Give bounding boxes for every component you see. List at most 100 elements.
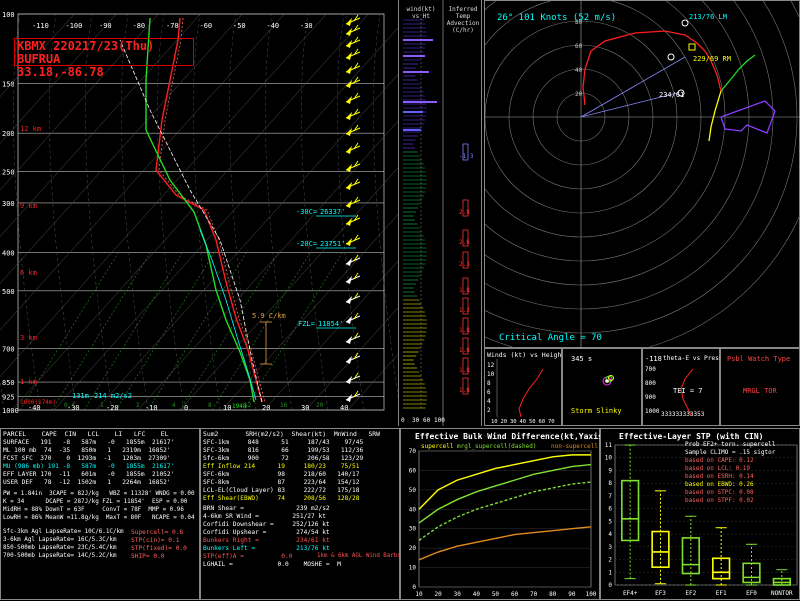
ebwd-y-tick-label: 30 (409, 526, 417, 533)
temp-advection-title: Inferred Temp Advection (C/hr) (446, 6, 480, 34)
winds-inset-x-label: 30 (510, 419, 517, 425)
stp-note: based on ESRH: 0.14 (685, 473, 754, 480)
ebwd-x-tick-label: 100 (586, 591, 597, 598)
slinky-angle: 345 s (571, 355, 593, 363)
table-row: Sfc-3km Agl LapseRate= 10C/6.1C/km (3, 529, 124, 535)
ebwd-y-tick-label: 70 (409, 448, 417, 455)
table-row: MidRH = 88% DownT = 63F ConvT = 78F MMP … (3, 507, 184, 513)
stp-y-tick-label: 5 (608, 518, 612, 525)
temp-tick-label-bottom: 0 (184, 404, 188, 412)
ebwd-chart: 01020304050607010 20 30 40 50 60 70 80 90 100supe… (409, 443, 599, 598)
table-row: SURFACE 191 -8 587m -0 1855m 21617' (3, 439, 175, 446)
ebwd-series-extra (418, 463, 592, 524)
hodograph-panel[interactable]: 20406080100120213/76 LM229/69 RM234/61 2… (484, 0, 800, 349)
table-row: Eff Shear(EBWD) 74 208/56 128/28 (203, 495, 360, 502)
table-row: EFF LAYER 170 -11 601m -0 1855m 21052' (3, 471, 175, 478)
pressure-tick-label: 100 (2, 11, 15, 19)
kinematic-table-panel: Sum2 SRH(m2/s2) Shear(kt) MnWind SRW SFC… (200, 428, 401, 600)
ebwd-panel: Effective Bulk Wind Difference(kt,Yaxis)… (400, 428, 608, 600)
temp-advection-value: 2.8 (459, 209, 470, 216)
ebwd-x-tick-label: 30 (454, 591, 462, 598)
hodo-ring (485, 1, 726, 262)
hodo-storm-motion-label: 234/61 (659, 91, 684, 99)
wind-axis-label: 100 (434, 417, 445, 424)
theta-value: -118 (645, 355, 662, 363)
stp-note: Sample CLIMO = .15 sigtor (685, 449, 776, 456)
pressure-tick-label: 500 (2, 288, 15, 296)
index-row: Supercell= 0.8 (131, 529, 184, 536)
temp-tick-label-bottom: -10 (145, 404, 158, 412)
ebwd-x-tick-label: 60 (511, 591, 519, 598)
isotherm-label: -20C= (296, 240, 317, 248)
wind-advection-panel: 0 30 60 100 -1.3 2.8 2.6 2.3 1.8 1.2 1.8 1.8 1.8 1.8 … (398, 0, 482, 426)
ebwd-y-tick-label: 10 (409, 565, 417, 572)
hodograph-header: 26° 101 Knots (52 m/s) (497, 13, 617, 23)
hodo-right-mover-label: 229/69 RM (693, 55, 731, 63)
temp-tick-label-top: -50 (233, 22, 246, 30)
mixing-ratio-label: 4 (172, 402, 176, 409)
surface-height-label: 131m (72, 392, 89, 400)
winds-inset-x-label: 20 (501, 419, 508, 425)
ebwd-legend-mrgl: mrgl_supercell(dashed) (457, 443, 536, 450)
temp-tick-label-top: -30 (300, 22, 313, 30)
temp-tick-label-top: -60 (200, 22, 213, 30)
mixing-ratio-label: 20 (316, 402, 324, 409)
mixing-ratio-label: 0.4 (64, 402, 75, 409)
stp-y-tick-label: 6 (608, 506, 612, 513)
left-mover-marker (681, 19, 689, 27)
ebwd-x-tick-label: 40 (473, 591, 481, 598)
ebwd-legend-supercell: supercell (421, 443, 454, 450)
height-label: 3 km (20, 334, 37, 342)
storm-motion-vector (580, 56, 686, 118)
winds-inset-x-label: 50 (529, 419, 536, 425)
ebwd-series-2 (418, 481, 592, 541)
temp-tick-label-bottom: 20 (262, 404, 270, 412)
winds-inset-y-label: 12 (487, 362, 495, 369)
table-row: Bunkers Left = 213/76 kt (203, 545, 330, 552)
height-label: 9 km (20, 202, 37, 210)
watch-type-title: Psbl Watch Type (727, 355, 791, 363)
winds-inset-x-label: 10 (491, 419, 498, 425)
winds-inset-y-label: 10 (487, 371, 495, 378)
ebwd-plot-area (418, 450, 592, 588)
stp-category-label: EF4+ (623, 590, 638, 597)
watch-type-inset: Psbl Watch Type MRGL TOR (720, 348, 800, 426)
tei-label: TEI = 7 (673, 387, 703, 395)
station-coords: 33.18,-86.78 (17, 65, 104, 79)
table-row: SFC-8km 87 223/64 154/12 (203, 479, 360, 486)
mixing-ratio-label: 8 (208, 402, 212, 409)
surface-srh-label: 214 m2/s2 (94, 392, 132, 400)
wind-axis-label: 0 (401, 417, 405, 424)
stp-y-tick-label: 4 (608, 531, 612, 538)
ebwd-y-tick-label: 60 (409, 467, 417, 474)
pressure-tick-label: 925 (2, 394, 15, 402)
table-row: BRN Shear = 239 m2/s2 (203, 505, 330, 512)
hodograph[interactable]: 20406080100120213/76 LM229/69 RM234/61 (485, 1, 800, 349)
skewt-panel[interactable]: 1001502002503004005007008509251000-110-1… (0, 0, 398, 426)
slinky-center (605, 379, 609, 383)
theta-e-inset: 700 800 900 1000 -118 theta-E vs Pressure T… (642, 348, 734, 426)
stp-y-tick-label: 7 (608, 493, 612, 500)
isotherm-label: FZL= (298, 320, 315, 328)
ebwd-y-tick-label: 40 (409, 506, 417, 513)
lapse-rate-label: 5.9 C/km (252, 312, 286, 320)
station-id: KBMX 220217/23(Thu) BUFRUA (17, 39, 155, 66)
stp-y-tick-label: 10 (605, 455, 613, 462)
pressure-tick-label: 850 (2, 379, 15, 387)
pressure-tick-label: 400 (2, 249, 15, 257)
pressure-tick-label: 300 (2, 200, 15, 208)
table-row: Corfidi Upshear = 274/54 kt (203, 529, 330, 536)
wind-axis-label: 60 (423, 417, 431, 424)
stp-y-tick-label: 11 (605, 442, 613, 449)
table-row: PW = 1.84in 3CAPE = 82J/kg WBZ = 11328' … (3, 491, 195, 497)
pressure-tick-label: 250 (2, 169, 15, 177)
temp-tick-label-top: -100 (66, 22, 83, 30)
winds-vs-height-inset: 12 10 8 6 4 2 10 20 30 40 50 60 70 Winds (kt) vs Hei… (484, 348, 565, 426)
temp-advection-value: 1.8 (459, 347, 470, 354)
isotherm-label: 23751' (320, 240, 345, 248)
winds-inset-profile (518, 368, 544, 418)
stp-note: based on EBWD: 0.26 (685, 481, 754, 488)
wind-vs-height-title: wind(kt) vs Ht (406, 6, 436, 20)
isotherm-label: 11854' (318, 320, 343, 328)
table-row: K = 34 DCAPE = 287J/kg FZL = 11854' ESP … (3, 499, 188, 505)
